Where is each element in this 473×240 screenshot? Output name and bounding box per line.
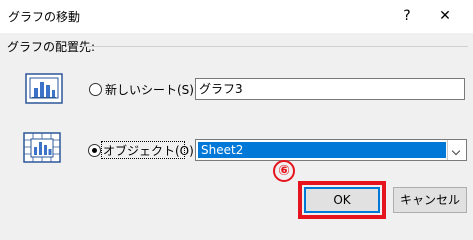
new-sheet-radio[interactable] (89, 83, 102, 96)
object-sheet-dropdown[interactable]: Sheet2 (195, 139, 467, 161)
new-sheet-name-input[interactable]: グラフ3 (195, 78, 465, 100)
new-sheet-chart-icon (25, 72, 65, 106)
chevron-down-icon[interactable] (447, 140, 466, 160)
dialog-title: グラフの移動 (8, 10, 81, 24)
ok-button[interactable]: OK (304, 187, 380, 213)
cancel-button[interactable]: キャンセル (393, 187, 467, 213)
object-sheet-value: Sheet2 (198, 142, 446, 158)
object-chart-icon (23, 131, 63, 165)
new-sheet-label[interactable]: 新しいシート(S): (105, 81, 198, 98)
step-badge: ⑥ (273, 160, 295, 182)
close-button[interactable]: ✕ (434, 5, 456, 27)
help-button[interactable]: ? (397, 5, 417, 27)
focus-indicator (101, 141, 185, 159)
title-bar: グラフの移動 ? ✕ (0, 0, 473, 33)
group-divider (82, 46, 468, 47)
object-radio[interactable] (88, 144, 101, 157)
